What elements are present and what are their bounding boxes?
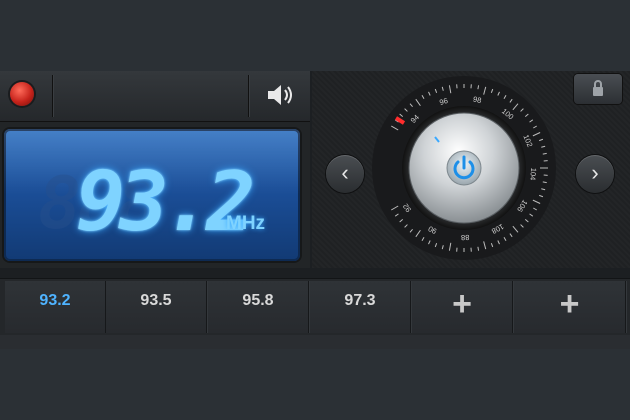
frequency-display: 888 93.2 MHz	[4, 129, 300, 261]
chevron-left-icon: ‹	[341, 160, 349, 185]
tuning-dial[interactable]: 9496 98100102104106108889092	[369, 73, 559, 263]
dial-tick	[542, 152, 547, 155]
dial-tick	[542, 181, 547, 184]
dial-scale-label: 88	[461, 233, 469, 242]
frequency-unit: MHz	[226, 213, 266, 234]
fm-radio-app: 888 93.2 MHz ‹ › 94 96 98 100 102 104 10…	[0, 71, 630, 349]
preset-label: 97.3	[344, 292, 376, 309]
preset-2[interactable]: 93.5	[106, 281, 207, 333]
plus-icon: +	[559, 285, 580, 323]
divider	[248, 75, 249, 117]
dial-scale-label: 104	[528, 167, 538, 180]
dial-tick	[477, 85, 480, 90]
divider	[52, 75, 53, 117]
preset-1[interactable]: 93.2	[5, 281, 106, 333]
preset-row-2	[0, 335, 630, 349]
preset-label: 93.2	[39, 292, 71, 309]
add-preset-button[interactable]: +	[514, 281, 626, 333]
chevron-right-icon: ›	[591, 160, 599, 185]
frequency-value: 93.2	[76, 155, 256, 250]
plus-icon: +	[452, 285, 472, 323]
dial-scale-label: 98	[472, 95, 482, 105]
dial-tick	[477, 246, 480, 251]
preset-bar: 93.2 93.5 95.8 97.3 + +	[0, 278, 630, 349]
record-icon[interactable]	[10, 82, 34, 106]
tuner-panel: ‹ › 94 96 98 100 102 104 106 108 88 90 9…	[312, 71, 630, 268]
seek-forward-button[interactable]: ›	[576, 155, 614, 193]
add-preset-button[interactable]: +	[412, 281, 513, 333]
speaker-icon[interactable]	[264, 81, 298, 109]
left-panel: 888 93.2 MHz	[0, 71, 310, 268]
seek-back-button[interactable]: ‹	[326, 155, 364, 193]
preset-4[interactable]: 97.3	[310, 281, 411, 333]
preset-3[interactable]: 95.8	[208, 281, 309, 333]
lock-icon	[593, 80, 603, 96]
preset-label: 95.8	[242, 292, 274, 309]
top-bar	[0, 71, 310, 122]
preset-label: 93.5	[140, 292, 172, 309]
lock-button[interactable]	[574, 74, 622, 104]
